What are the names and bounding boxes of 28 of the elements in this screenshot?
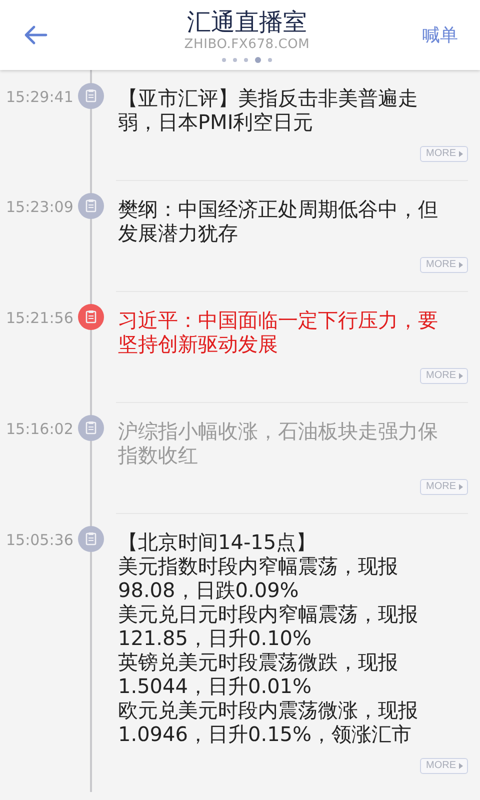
- post-time: 15:23:09: [6, 197, 74, 218]
- caret-icon: [459, 262, 463, 268]
- more-button[interactable]: MORE: [420, 257, 468, 273]
- post-time: 15:29:41: [6, 87, 74, 108]
- more-button[interactable]: MORE: [420, 479, 468, 495]
- caret-icon: [459, 484, 463, 490]
- post-text: 美元兑日元时段内窄幅震荡，现报121.85，日升0.10%: [118, 602, 419, 650]
- post-text: 欧元兑美元时段内震荡微涨，现报1.0946，日升0.15%，领涨汇市: [118, 698, 419, 746]
- caret-icon: [459, 373, 463, 379]
- post-time: 15:05:36: [6, 530, 74, 551]
- post-text: 【北京时间14-15点】: [118, 530, 318, 554]
- post-text: 习近平：中国面临一定下行压力，要坚持创新驱动发展: [118, 308, 439, 356]
- caret-icon: [459, 151, 463, 157]
- more-button[interactable]: MORE: [420, 758, 468, 774]
- site-url: ZHIBO.FX678.COM: [184, 37, 310, 53]
- post-time: 15:16:02: [6, 419, 74, 440]
- more-button[interactable]: MORE: [420, 146, 468, 162]
- post-text: 【亚市汇评】美指反击非美普遍走弱，日本PMI利空日元: [118, 86, 419, 134]
- caret-icon: [459, 763, 463, 769]
- page-title: 汇通直播室: [187, 7, 307, 37]
- post-text: 英镑兑美元时段震荡微跌，现报1.5044，日升0.01%: [118, 650, 399, 698]
- call-order-button[interactable]: 喊单: [422, 23, 458, 47]
- back-arrow-icon: [24, 25, 48, 45]
- post-time: 15:21:56: [6, 308, 74, 329]
- post-text: 樊纲：中国经济正处周期低谷中，但发展潜力犹存: [118, 197, 439, 245]
- post-text: 沪综指小幅收涨，石油板块走强力保指数收红: [118, 419, 439, 467]
- post-text: 美元指数时段内窄幅震荡，现报98.08，日跌0.09%: [118, 554, 399, 602]
- more-button[interactable]: MORE: [420, 368, 468, 384]
